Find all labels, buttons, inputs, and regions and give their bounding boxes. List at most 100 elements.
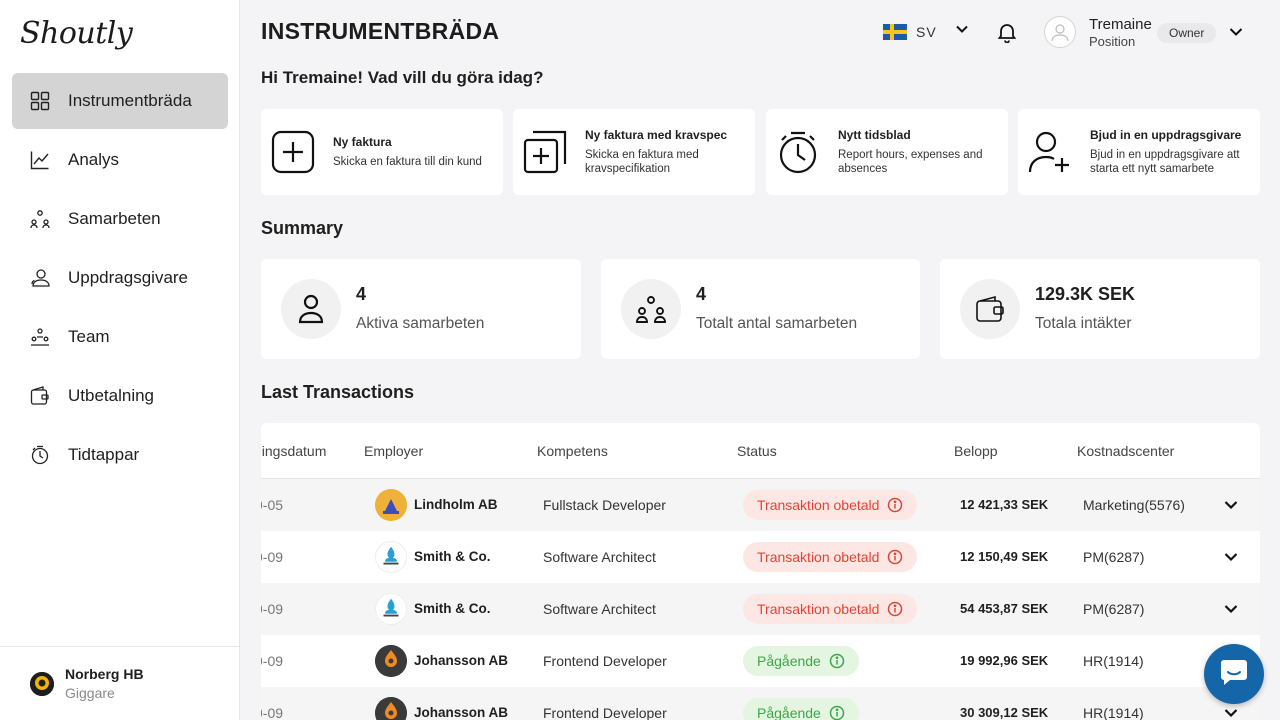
column-cost-center[interactable]: Kostnadscenter <box>1077 443 1174 459</box>
expand-chevron-down-icon[interactable] <box>1223 601 1239 622</box>
row-date: 9-09 <box>261 601 284 617</box>
quick-action-title: Ny faktura <box>333 135 392 149</box>
sidebar-item-label: Tidtappar <box>68 445 140 464</box>
status-text: Transaktion obetald <box>757 601 880 617</box>
expand-chevron-down-icon[interactable] <box>1223 705 1239 720</box>
user-avatar[interactable] <box>1044 16 1076 48</box>
invoice-plus-icon <box>271 130 315 174</box>
app-logo[interactable]: Shoutly <box>20 16 133 51</box>
table-row[interactable]: 9-09 Johansson AB Frontend Developer Påg… <box>261 687 1260 720</box>
sidebar-item-label: Team <box>68 327 110 346</box>
table-row[interactable]: 9-09 Smith & Co. Software Architect Tran… <box>261 531 1260 583</box>
sidebar-item-team[interactable]: Team <box>12 309 228 365</box>
info-icon[interactable] <box>829 705 845 720</box>
sweden-flag-icon <box>883 23 907 40</box>
dashboard-icon <box>30 91 50 111</box>
info-icon[interactable] <box>829 653 845 669</box>
notifications-bell-icon[interactable] <box>996 21 1018 48</box>
stopwatch-icon <box>30 445 50 465</box>
summary-label: Aktiva samarbeten <box>356 315 485 332</box>
status-badge: Transaktion obetald <box>743 490 918 520</box>
language-code: SV <box>916 23 937 40</box>
transactions-table: ningsdatum Employer Kompetens Status Bel… <box>261 423 1260 720</box>
status-badge: Pågående <box>743 646 859 676</box>
user-name: Tremaine <box>1089 16 1152 33</box>
expand-chevron-down-icon[interactable] <box>1223 497 1239 518</box>
row-competence: Software Architect <box>543 601 656 617</box>
quick-action-title: Ny faktura med kravspec <box>585 128 728 142</box>
person-icon <box>281 279 341 339</box>
row-competence: Frontend Developer <box>543 653 667 669</box>
status-text: Transaktion obetald <box>757 497 880 513</box>
account-switcher[interactable]: Norberg HB Giggare <box>0 646 240 720</box>
language-selector[interactable]: SV <box>883 22 969 41</box>
quick-action-subtitle: Skicka en faktura till din kund <box>333 156 482 168</box>
summary-label: Totala intäkter <box>1035 315 1132 332</box>
row-amount: 54 453,87 SEK <box>960 601 1049 616</box>
collaborations-icon <box>30 209 50 229</box>
new-invoice-button[interactable]: Ny faktura Skicka en faktura till din ku… <box>261 109 503 195</box>
sidebar-item-instrumentbrada[interactable]: Instrumentbräda <box>12 73 228 129</box>
row-cost-center: PM(6287) <box>1083 549 1145 565</box>
sidebar-item-uppdragsgivare[interactable]: Uppdragsgivare <box>12 250 228 306</box>
row-amount: 12 150,49 SEK <box>960 549 1049 564</box>
table-row[interactable]: 9-09 Smith & Co. Software Architect Tran… <box>261 583 1260 635</box>
quick-action-title: Nytt tidsblad <box>838 128 911 142</box>
info-icon[interactable] <box>887 601 903 617</box>
greeting: Hi Tremaine! Vad vill du göra idag? <box>261 68 544 87</box>
employer-logo <box>375 489 407 521</box>
sidebar-nav: Instrumentbräda Analys Samarbeten Uppdra… <box>12 73 228 486</box>
sidebar-item-samarbeten[interactable]: Samarbeten <box>12 191 228 247</box>
employer-logo <box>375 645 407 677</box>
column-competence[interactable]: Kompetens <box>537 443 608 459</box>
wallet-icon <box>960 279 1020 339</box>
chat-support-button[interactable] <box>1204 644 1264 704</box>
status-badge: Pågående <box>743 698 859 720</box>
transactions-title: Last Transactions <box>261 382 415 402</box>
invoice-spec-icon <box>523 130 567 174</box>
row-amount: 19 992,96 SEK <box>960 653 1049 668</box>
summary-title: Summary <box>261 218 344 238</box>
row-cost-center: HR(1914) <box>1083 705 1144 720</box>
user-menu-chevron-down-icon[interactable] <box>1228 24 1244 45</box>
summary-card-active: 4 Aktiva samarbeten <box>261 259 581 359</box>
row-competence: Software Architect <box>543 549 656 565</box>
account-name: Norberg HB <box>65 666 144 682</box>
quick-action-subtitle: Skicka en faktura med kravspecifikation <box>585 149 699 175</box>
row-employer: Lindholm AB <box>414 497 498 512</box>
quick-action-subtitle: Bjud in en uppdragsgivare att starta ett… <box>1090 149 1240 175</box>
column-status[interactable]: Status <box>737 443 777 459</box>
sidebar-item-label: Analys <box>68 150 120 169</box>
quick-action-title: Bjud in en uppdragsgivare <box>1090 128 1242 142</box>
column-date[interactable]: ningsdatum <box>261 443 326 459</box>
employer-logo <box>375 593 407 625</box>
sidebar-item-analys[interactable]: Analys <box>12 132 228 188</box>
column-employer[interactable]: Employer <box>364 443 423 459</box>
table-row[interactable]: 9-09 Johansson AB Frontend Developer Påg… <box>261 635 1260 687</box>
employer-logo <box>375 697 407 720</box>
team-icon <box>30 327 50 347</box>
info-icon[interactable] <box>887 549 903 565</box>
page-title: INSTRUMENTBRÄDA <box>261 18 500 44</box>
invite-client-button[interactable]: Bjud in en uppdragsgivare Bjud in en upp… <box>1018 109 1260 195</box>
clients-icon <box>30 268 50 288</box>
quick-action-subtitle: Report hours, expenses and absences <box>838 149 983 175</box>
row-amount: 12 421,33 SEK <box>960 497 1049 512</box>
sidebar-item-utbetalning[interactable]: Utbetalning <box>12 368 228 424</box>
row-date: 9-09 <box>261 705 284 720</box>
chevron-down-icon <box>955 22 969 41</box>
new-invoice-spec-button[interactable]: Ny faktura med kravspec Skicka en faktur… <box>513 109 755 195</box>
expand-chevron-down-icon[interactable] <box>1223 549 1239 570</box>
row-employer: Johansson AB <box>414 705 509 720</box>
status-badge: Transaktion obetald <box>743 542 918 572</box>
sidebar-item-label: Instrumentbräda <box>68 91 192 110</box>
sidebar: Shoutly Instrumentbräda Analys Samarbete… <box>0 0 240 720</box>
info-icon[interactable] <box>887 497 903 513</box>
row-cost-center: PM(6287) <box>1083 601 1145 617</box>
new-timesheet-button[interactable]: Nytt tidsblad Report hours, expenses and… <box>766 109 1008 195</box>
summary-value: 129.3K SEK <box>1035 284 1136 304</box>
table-row[interactable]: 9-05 Lindholm AB Fullstack Developer Tra… <box>261 479 1260 531</box>
chart-icon <box>30 150 50 170</box>
column-amount[interactable]: Belopp <box>954 443 998 459</box>
sidebar-item-tidtappar[interactable]: Tidtappar <box>12 427 228 483</box>
